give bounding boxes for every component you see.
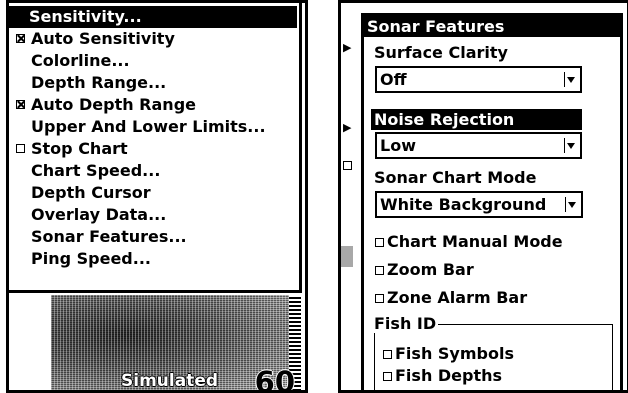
chevron-down-icon[interactable]	[564, 138, 578, 153]
menu-item-chart-speed[interactable]: Chart Speed...	[12, 160, 296, 182]
left-screen: Simulated 60 Sensitivity... Auto Sensiti…	[6, 0, 308, 393]
surface-clarity-select[interactable]: Off	[375, 66, 582, 93]
sonar-chart-mode-select[interactable]: White Background	[375, 191, 583, 218]
noise-rejection-select[interactable]: Low	[375, 132, 582, 159]
chevron-down-icon[interactable]	[564, 72, 578, 87]
depth-readout: 60	[254, 365, 295, 393]
zoom-bar-option[interactable]: Zoom Bar	[375, 259, 474, 280]
menu-item-label: Depth Cursor	[31, 183, 151, 202]
menu-item-label: Auto Sensitivity	[31, 29, 175, 48]
checkbox-checked-icon[interactable]	[16, 34, 25, 43]
fish-id-group: Fish Symbols Fish Depths	[374, 324, 613, 390]
sonar-chart: Simulated 60	[51, 295, 301, 393]
menu-item-sonar-features[interactable]: Sonar Features...	[12, 226, 296, 248]
menu-item-overlay-data[interactable]: Overlay Data...	[12, 204, 296, 226]
menu-item-stop-chart[interactable]: Stop Chart	[12, 138, 296, 160]
sonar-menu: Sensitivity... Auto Sensitivity Colorlin…	[9, 3, 302, 293]
submenu-arrow-icon: ▶	[343, 41, 352, 54]
menu-item-label: Auto Depth Range	[31, 95, 196, 114]
right-screen: ▶ ▶ 0 Sonar Features Surface Clarity Off…	[338, 0, 628, 393]
surface-clarity-label: Surface Clarity	[374, 43, 508, 62]
menu-item-label: Sonar Features...	[31, 227, 187, 246]
menu-item-label: Sensitivity...	[29, 7, 142, 26]
submenu-arrow-icon: ▶	[343, 121, 352, 134]
checkbox-icon[interactable]	[375, 238, 384, 247]
simulated-label: Simulated	[121, 371, 219, 391]
menu-item-label: Ping Speed...	[31, 249, 151, 268]
option-label: Chart Manual Mode	[387, 232, 563, 251]
menu-item-depth-range[interactable]: Depth Range...	[12, 72, 296, 94]
noise-rejection-value: Low	[380, 136, 416, 155]
chevron-down-icon[interactable]	[565, 197, 579, 212]
option-label: Zoom Bar	[387, 260, 474, 279]
sonar-chart-mode-label: Sonar Chart Mode	[374, 168, 537, 187]
menu-item-auto-sensitivity[interactable]: Auto Sensitivity	[12, 28, 296, 50]
option-label: Fish Depths	[395, 366, 503, 385]
noise-rejection-label: Noise Rejection	[371, 109, 582, 130]
menu-item-colorline[interactable]: Colorline...	[12, 50, 296, 72]
scroll-bar[interactable]	[341, 246, 353, 267]
sonar-chart-mode-value: White Background	[380, 195, 547, 214]
chart-manual-mode-option[interactable]: Chart Manual Mode	[375, 231, 563, 252]
menu-item-sensitivity[interactable]: Sensitivity...	[9, 6, 297, 28]
option-label: Fish Symbols	[395, 344, 514, 363]
menu-item-label: Overlay Data...	[31, 205, 167, 224]
dialog-title: Sonar Features	[364, 16, 620, 37]
menu-item-upper-lower-limits[interactable]: Upper And Lower Limits...	[12, 116, 296, 138]
menu-item-label: Colorline...	[31, 51, 130, 70]
checkbox-icon[interactable]	[383, 350, 392, 359]
menu-item-label: Upper And Lower Limits...	[31, 117, 266, 136]
checkbox-icon[interactable]	[375, 266, 384, 275]
menu-item-label: Depth Range...	[31, 73, 167, 92]
menu-item-label: Chart Speed...	[31, 161, 161, 180]
menu-item-depth-cursor[interactable]: Depth Cursor	[12, 182, 296, 204]
checkbox-icon[interactable]	[375, 294, 384, 303]
checkbox-icon[interactable]	[383, 372, 392, 381]
fish-id-legend: Fish ID	[374, 314, 439, 333]
surface-clarity-value: Off	[380, 70, 407, 89]
fish-symbols-option[interactable]: Fish Symbols	[383, 343, 514, 364]
menu-item-auto-depth-range[interactable]: Auto Depth Range	[12, 94, 296, 116]
zone-alarm-bar-option[interactable]: Zone Alarm Bar	[375, 287, 527, 308]
menu-item-label: Stop Chart	[31, 139, 128, 158]
sonar-features-dialog: Sonar Features Surface Clarity Off Noise…	[361, 13, 623, 390]
checkbox-icon[interactable]	[16, 144, 25, 153]
fish-depths-option[interactable]: Fish Depths	[383, 365, 502, 386]
checkbox-icon	[343, 161, 352, 170]
menu-item-ping-speed[interactable]: Ping Speed...	[12, 248, 296, 270]
option-label: Zone Alarm Bar	[387, 288, 528, 307]
checkbox-checked-icon[interactable]	[16, 100, 25, 109]
